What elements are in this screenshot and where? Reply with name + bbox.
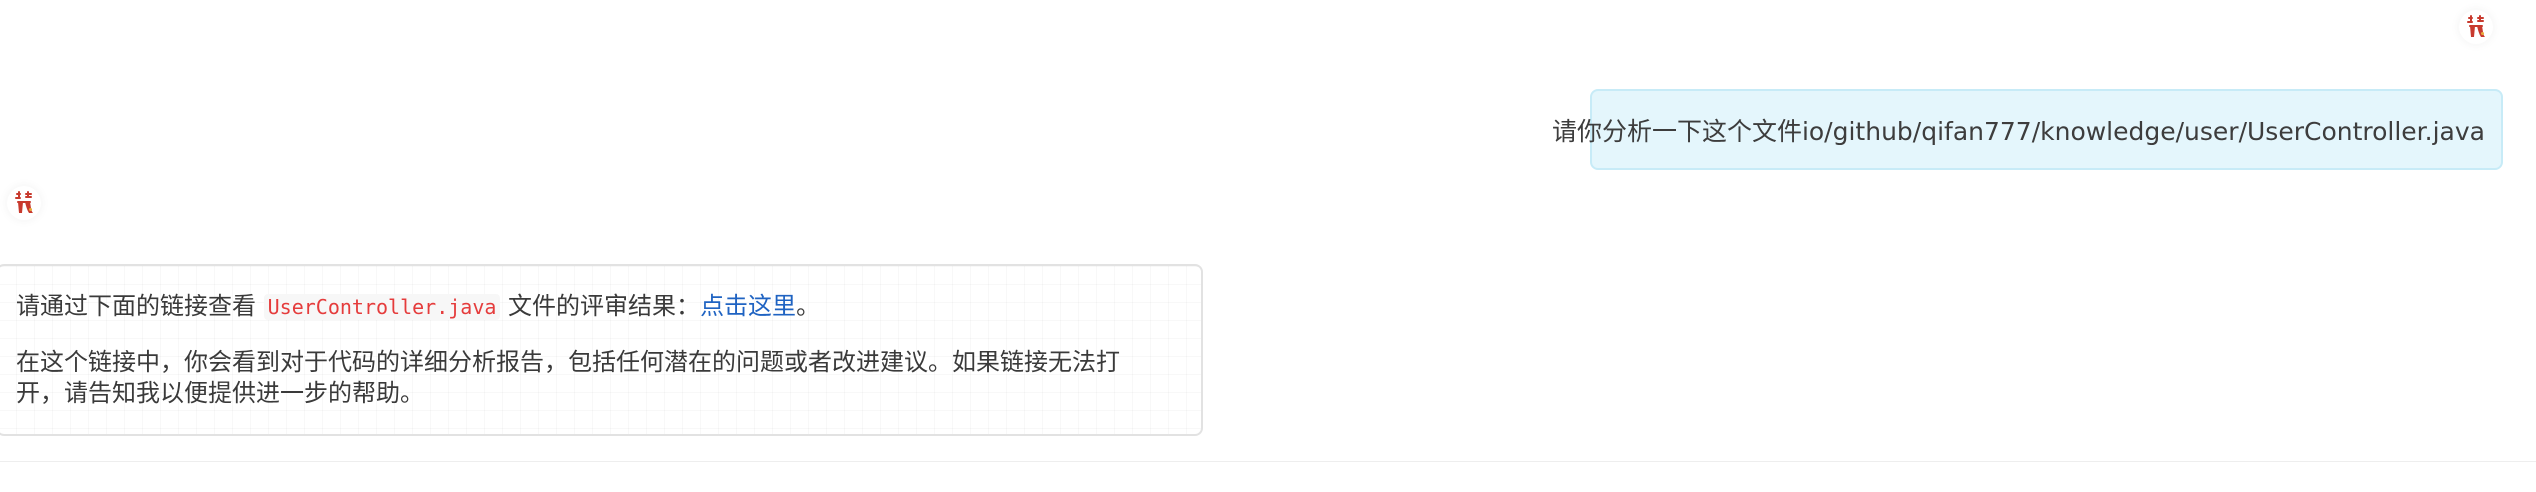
chat-window: 请你分析一下这个文件io/github/qifan777/knowledge/u… — [0, 0, 2536, 492]
chef-avatar-icon — [15, 191, 33, 213]
user-message-text: 请你分析一下这个文件io/github/qifan777/knowledge/u… — [1551, 116, 2485, 146]
assistant-message-paragraph2: 在这个链接中，你会看到对于代码的详细分析报告，包括任何潜在的问题或者改进建议。如… — [16, 348, 1120, 407]
message-text: 文件的评审结果： — [500, 292, 701, 320]
review-result-link[interactable]: 点击这里 — [700, 292, 796, 320]
inline-code-filename: UserController.java — [263, 294, 501, 320]
assistant-message-line1: 请通过下面的链接查看 UserController.java 文件的评审结果：点… — [16, 291, 1161, 323]
user-avatar[interactable] — [2459, 10, 2493, 44]
assistant-avatar[interactable] — [7, 186, 41, 220]
bottom-divider — [0, 461, 2536, 462]
message-text: 。 — [796, 292, 821, 320]
assistant-message-bubble: 请通过下面的链接查看 UserController.java 文件的评审结果：点… — [0, 264, 1203, 436]
message-text: 请通过下面的链接查看 — [16, 292, 264, 320]
user-message-bubble: 请你分析一下这个文件io/github/qifan777/knowledge/u… — [1552, 89, 2503, 170]
chef-avatar-icon — [2467, 15, 2485, 37]
